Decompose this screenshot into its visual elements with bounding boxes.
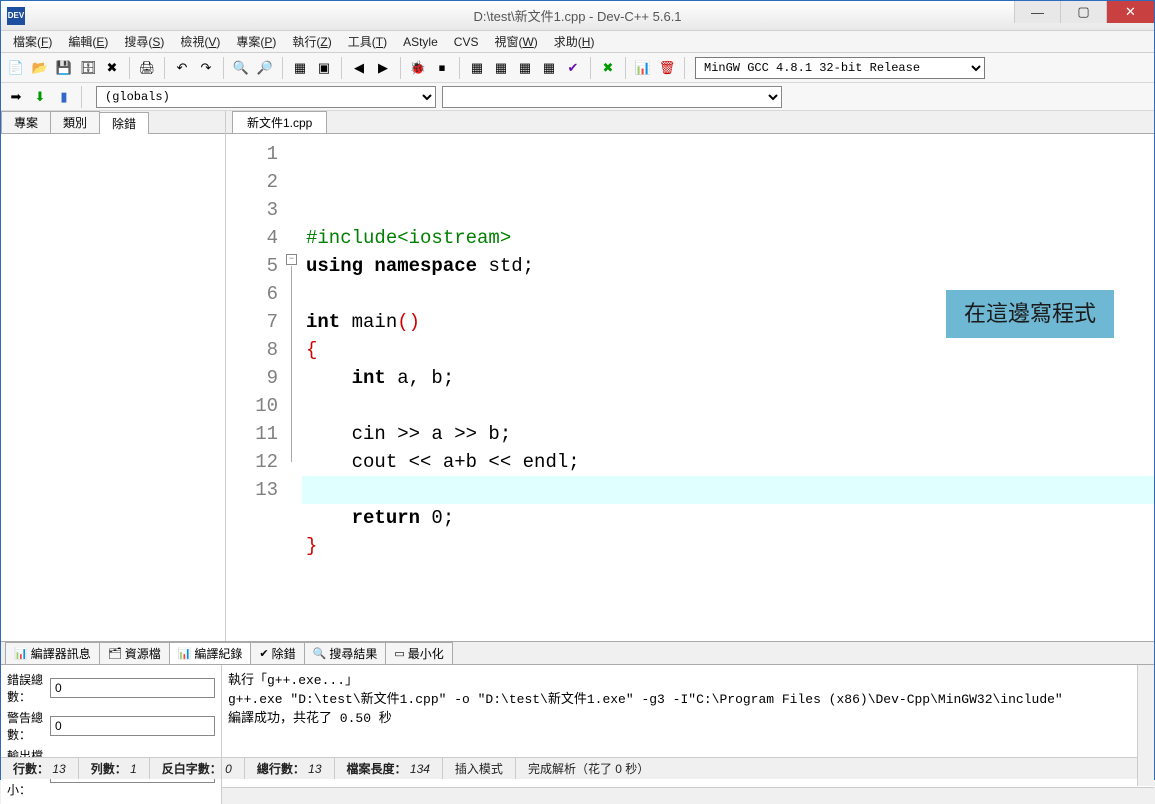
bottom-tab-0[interactable]: 📊編譯器訊息 <box>5 642 100 664</box>
log-line: g++.exe "D:\test\新文件1.cpp" -o "D:\test\新… <box>228 688 1148 707</box>
cancel-icon[interactable]: ✖ <box>597 57 619 79</box>
menu-編輯E[interactable]: 編輯(E) <box>60 33 116 50</box>
grid1-icon[interactable]: ▦ <box>466 57 488 79</box>
editor-tab[interactable]: 新文件1.cpp <box>232 111 327 133</box>
bottom-tab-2[interactable]: 📊編譯紀錄 <box>169 642 252 664</box>
code-line-6[interactable]: int a, b; <box>306 364 1154 392</box>
code-line-3[interactable] <box>306 280 1154 308</box>
fold-column: − <box>286 134 302 641</box>
window-title: D:\test\新文件1.cpp - Dev-C++ 5.6.1 <box>473 6 681 25</box>
menu-檢視V[interactable]: 檢視(V) <box>172 33 228 50</box>
compile-stats: 錯誤總數： 警告總數： 輸出檔案大小： <box>1 665 221 804</box>
menu-專案P[interactable]: 專案(P) <box>228 33 284 50</box>
left-tabs: 專案類別除錯 <box>1 111 225 133</box>
bottom-tab-5[interactable]: ▭最小化 <box>385 642 452 664</box>
close-file-icon[interactable]: ✖ <box>101 57 123 79</box>
bottom-tab-1[interactable]: 🗂資源檔 <box>99 642 170 664</box>
bottom-tabs: 📊編譯器訊息🗂資源檔📊編譯紀錄✔除錯🔍搜尋結果▭最小化 <box>1 642 1154 664</box>
new-file-icon[interactable]: 📄 <box>5 57 27 79</box>
grid4-icon[interactable]: ▦ <box>538 57 560 79</box>
code-line-4[interactable]: int main() <box>306 308 1154 336</box>
open-file-icon[interactable]: 📂 <box>29 57 51 79</box>
save-icon[interactable]: 💾 <box>53 57 75 79</box>
left-tab-2[interactable]: 除錯 <box>99 112 149 134</box>
grid2-icon[interactable]: ▦ <box>490 57 512 79</box>
bottom-panel: 📊編譯器訊息🗂資源檔📊編譯紀錄✔除錯🔍搜尋結果▭最小化 錯誤總數： 警告總數： … <box>1 641 1154 757</box>
left-panel: 專案類別除錯 <box>1 111 226 641</box>
line-gutter: 12345678910111213 <box>226 134 286 641</box>
app-window: DEV D:\test\新文件1.cpp - Dev-C++ 5.6.1 — ▢… <box>0 0 1155 780</box>
left-content <box>1 133 225 641</box>
stop-icon[interactable]: ⏹ <box>431 57 453 79</box>
warnings-field[interactable] <box>50 716 215 736</box>
toolbar-main: 📄 📂 💾 🗄 ✖ 🖨 ↶ ↷ 🔍 🔎 ▦ ▣ ◀ ▶ 🐞 ⏹ ▦ ▦ ▦ ▦ … <box>1 53 1154 83</box>
code-line-11[interactable]: return 0; <box>306 504 1154 532</box>
maximize-button[interactable]: ▢ <box>1060 1 1106 23</box>
menu-搜尋S[interactable]: 搜尋(S) <box>116 33 172 50</box>
check-icon[interactable]: ✔ <box>562 57 584 79</box>
minimize-button[interactable]: — <box>1014 1 1060 23</box>
left-tab-0[interactable]: 專案 <box>1 111 51 133</box>
code-line-1[interactable]: #include<iostream> <box>306 224 1154 252</box>
code-line-2[interactable]: using namespace std; <box>306 252 1154 280</box>
grid3-icon[interactable]: ▦ <box>514 57 536 79</box>
code-line-13[interactable] <box>306 560 1154 588</box>
members-select[interactable] <box>442 86 782 108</box>
menu-工具T[interactable]: 工具(T) <box>340 33 395 50</box>
debug-icon[interactable]: 🐞 <box>407 57 429 79</box>
code-line-10[interactable] <box>306 476 1154 504</box>
back-icon[interactable]: ◀ <box>348 57 370 79</box>
bookmark-icon[interactable]: ⬇ <box>29 86 51 108</box>
find-icon[interactable]: 🔍 <box>230 57 252 79</box>
code-line-12[interactable]: } <box>306 532 1154 560</box>
code-area[interactable]: 在這邊寫程式 #include<iostream>using namespace… <box>302 134 1154 641</box>
errors-field[interactable] <box>50 678 215 698</box>
forward-icon[interactable]: ▶ <box>372 57 394 79</box>
toggle-icon[interactable]: ▮ <box>53 86 75 108</box>
goto-icon[interactable]: ➡ <box>5 86 27 108</box>
compile-icon[interactable]: ▦ <box>289 57 311 79</box>
bottom-tab-4[interactable]: 🔍搜尋結果 <box>304 642 387 664</box>
bottom-tab-3[interactable]: ✔除錯 <box>250 642 304 664</box>
menu-CVS[interactable]: CVS <box>446 35 487 49</box>
print-icon[interactable]: 🖨 <box>136 57 158 79</box>
status-line: 行數： 13 <box>1 758 79 779</box>
scrollbar-horizontal[interactable] <box>222 787 1154 804</box>
code-line-9[interactable]: cout << a+b << endl; <box>306 448 1154 476</box>
profile-icon[interactable]: 📊 <box>632 57 654 79</box>
code-editor[interactable]: 12345678910111213 − 在這邊寫程式 #include<iost… <box>226 133 1154 641</box>
run-icon[interactable]: ▣ <box>313 57 335 79</box>
redo-icon[interactable]: ↷ <box>195 57 217 79</box>
editor-tabs: 新文件1.cpp <box>226 111 1154 133</box>
errors-label: 錯誤總數： <box>7 671 44 705</box>
warnings-label: 警告總數： <box>7 709 44 743</box>
menu-執行Z[interactable]: 執行(Z) <box>284 33 339 50</box>
code-line-8[interactable]: cin >> a >> b; <box>306 420 1154 448</box>
code-line-7[interactable] <box>306 392 1154 420</box>
log-line: 編譯成功，共花了 0.50 秒 <box>228 707 1148 726</box>
toolbar-scope: ➡ ⬇ ▮ (globals) <box>1 83 1154 111</box>
app-icon: DEV <box>7 7 25 25</box>
titlebar: DEV D:\test\新文件1.cpp - Dev-C++ 5.6.1 — ▢… <box>1 1 1154 31</box>
menubar: 檔案(F)編輯(E)搜尋(S)檢視(V)專案(P)執行(Z)工具(T)AStyl… <box>1 31 1154 53</box>
compiler-select[interactable]: MinGW GCC 4.8.1 32-bit Release <box>695 57 985 79</box>
replace-icon[interactable]: 🔎 <box>254 57 276 79</box>
left-tab-1[interactable]: 類別 <box>50 111 100 133</box>
fold-toggle-icon[interactable]: − <box>286 254 297 265</box>
log-line: 執行「g++.exe...」 <box>228 669 1148 688</box>
compile-log[interactable]: 執行「g++.exe...」g++.exe "D:\test\新文件1.cpp"… <box>221 665 1154 804</box>
status-col: 列數： 1 <box>79 758 150 779</box>
save-all-icon[interactable]: 🗄 <box>77 57 99 79</box>
menu-AStyle[interactable]: AStyle <box>395 35 446 49</box>
code-line-5[interactable]: { <box>306 336 1154 364</box>
menu-視窗W[interactable]: 視窗(W) <box>486 33 545 50</box>
close-button[interactable]: ✕ <box>1106 1 1154 23</box>
trash-icon[interactable]: 🗑 <box>656 57 678 79</box>
scrollbar-vertical[interactable] <box>1137 665 1154 786</box>
menu-檔案F[interactable]: 檔案(F) <box>5 33 60 50</box>
undo-icon[interactable]: ↶ <box>171 57 193 79</box>
menu-求助H[interactable]: 求助(H) <box>546 33 603 50</box>
scope-select[interactable]: (globals) <box>96 86 436 108</box>
